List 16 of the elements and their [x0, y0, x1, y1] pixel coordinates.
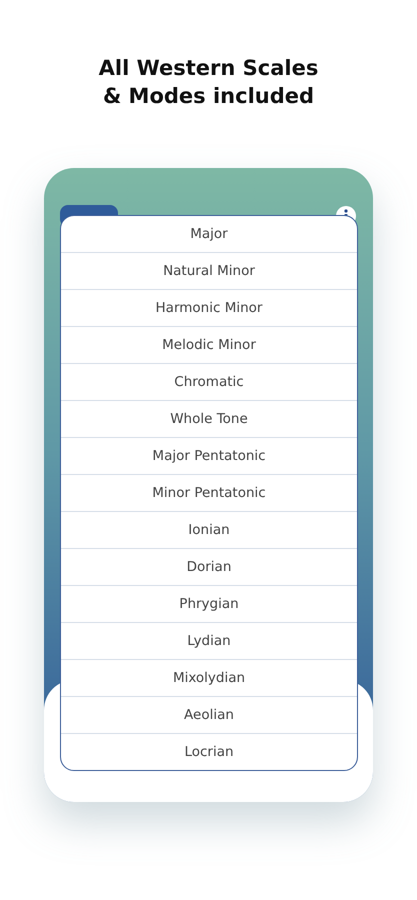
scale-option[interactable]: Whole Tone — [61, 400, 357, 437]
scale-option[interactable]: Melodic Minor — [61, 326, 357, 363]
scale-option[interactable]: Chromatic — [61, 363, 357, 400]
scale-option[interactable]: Ionian — [61, 511, 357, 548]
scale-option[interactable]: Lydian — [61, 622, 357, 659]
headline: All Western Scales & Modes included — [98, 55, 318, 110]
scale-option[interactable]: Locrian — [61, 733, 357, 770]
scale-option[interactable]: Major Pentatonic — [61, 437, 357, 474]
scale-option[interactable]: Dorian — [61, 548, 357, 585]
scale-option[interactable]: Harmonic Minor — [61, 289, 357, 326]
scale-option[interactable]: Major — [61, 216, 357, 252]
scale-option[interactable]: Aeolian — [61, 696, 357, 733]
scale-option[interactable]: Mixolydian — [61, 659, 357, 696]
scale-option[interactable]: Natural Minor — [61, 252, 357, 289]
scale-option[interactable]: Phrygian — [61, 585, 357, 622]
scale-option[interactable]: Minor Pentatonic — [61, 474, 357, 511]
